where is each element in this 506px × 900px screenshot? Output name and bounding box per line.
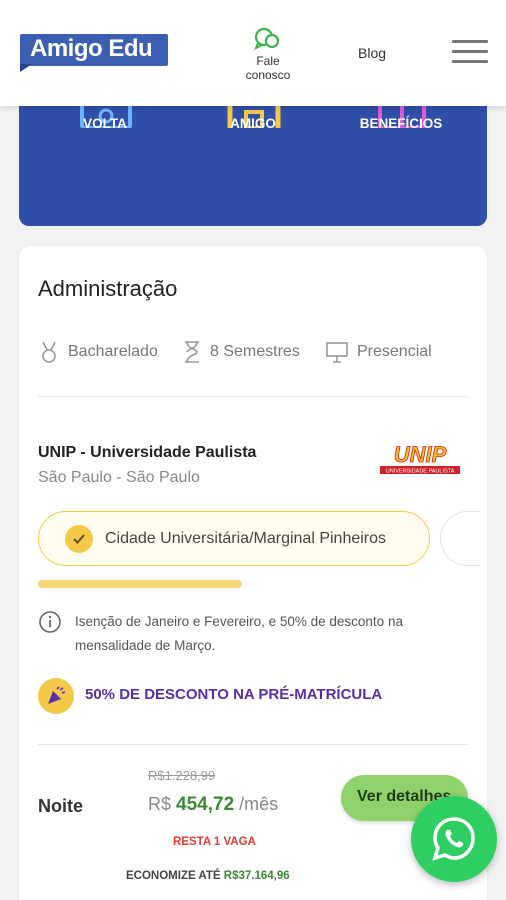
party-popper-icon xyxy=(38,678,74,714)
top-header: Amigo Edu Fale conosco Blog xyxy=(0,0,506,106)
logo-text: Amigo Edu xyxy=(30,35,153,62)
university-city: São Paulo - São Paulo xyxy=(38,469,200,486)
hourglass-icon xyxy=(185,341,199,363)
amigo-edu-logo[interactable]: Amigo Edu xyxy=(20,30,170,72)
chat-bubbles-icon xyxy=(254,27,280,51)
campus-scrollbar[interactable] xyxy=(38,580,242,588)
unip-logo: UNIP UNIVERSIDADE PAULISTA xyxy=(380,442,460,475)
old-price: R$1.228,99 xyxy=(148,768,216,783)
promo-text: 50% DE DESCONTO NA PRÉ-MATRÍCULA xyxy=(85,686,383,703)
current-price: R$ 454,72 /mês xyxy=(148,794,279,815)
medal-icon xyxy=(42,341,56,363)
info-icon xyxy=(39,611,61,633)
presentation-board-icon xyxy=(326,342,348,363)
divider xyxy=(38,396,468,397)
remaining-seats: RESTA 1 VAGA xyxy=(173,836,256,848)
hamburger-menu-icon[interactable] xyxy=(452,40,488,64)
svg-text:UNIVERSIDADE PAULISTA: UNIVERSIDADE PAULISTA xyxy=(386,469,455,475)
blog-link[interactable]: Blog xyxy=(358,45,386,61)
whatsapp-button[interactable] xyxy=(411,796,497,882)
degree-info: Bacharelado xyxy=(38,340,158,364)
savings-text: ECONOMIZE ATÉ R$37.164,96 xyxy=(126,870,290,882)
svg-text:UNIP: UNIP xyxy=(394,442,447,467)
whatsapp-icon xyxy=(432,817,475,861)
duration-info: 8 Semestres xyxy=(182,340,300,364)
course-title: Administração xyxy=(38,276,178,301)
discount-info-text: Isenção de Janeiro e Fevereiro, e 50% de… xyxy=(75,614,403,653)
contact-us-link[interactable]: Fale conosco xyxy=(238,26,298,82)
divider xyxy=(38,744,468,745)
shift-label: Noite xyxy=(38,796,83,816)
university-name: UNIP - Universidade Paulista xyxy=(38,444,257,461)
check-icon xyxy=(65,524,93,553)
campus-chip-selected[interactable]: Cidade Universitária/Marginal Pinheiros xyxy=(38,511,430,566)
modality-info: Presencial xyxy=(325,340,432,364)
